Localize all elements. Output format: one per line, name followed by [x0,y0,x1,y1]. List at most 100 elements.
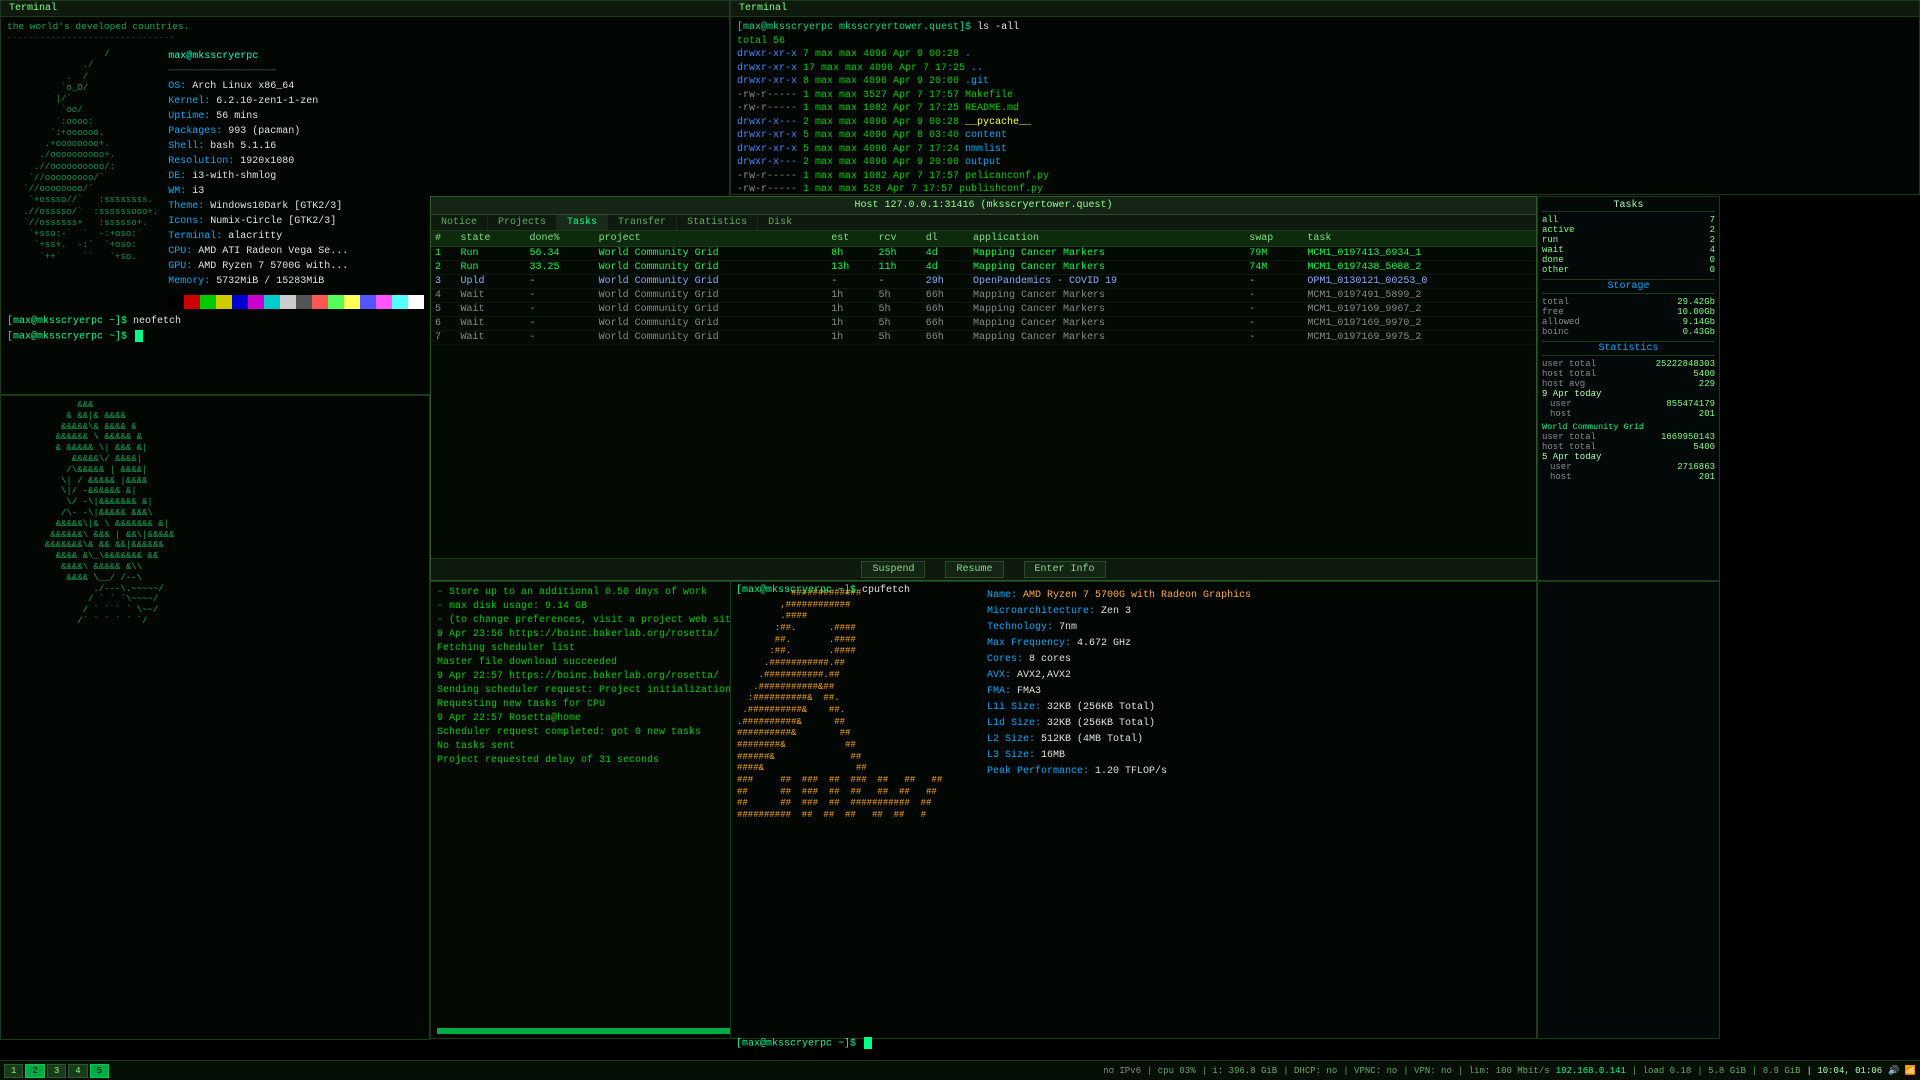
storage-heading: Storage [1542,279,1715,294]
cell-rcv: - [874,275,921,289]
vpn-status: | VPN: no [1403,1066,1452,1076]
tasks-heading: Tasks [1542,200,1715,212]
cell-est: 8h [827,247,874,261]
col-state: state [456,231,525,247]
tab-notice[interactable]: Notice [431,215,488,230]
lim-status: | lim: 100 Mbit/s [1458,1066,1550,1076]
cell-est: 1h [827,317,874,331]
tab-statistics[interactable]: Statistics [677,215,758,230]
cell-est: 1h [827,303,874,317]
cell-state: Wait [456,289,525,303]
top-right-header: Terminal [731,1,1919,17]
cell-project: World Community Grid [595,247,828,261]
cell-app: Mapping Cancer Markers [969,247,1245,261]
cell-done: - [526,275,595,289]
bottom-terminal-prompt: [max@mksscryerpc ~]$ [730,1035,1537,1055]
cell-est: - [827,275,874,289]
enter-info-button[interactable]: Enter Info [1024,561,1106,578]
cell-rcv: 5h [874,289,921,303]
cell-rcv: 5h [874,303,921,317]
cell-est: 1h [827,331,874,345]
ls-output: total 56 drwxr-xr-x 7 max max 4096 Apr 9… [737,35,1913,196]
cell-dl: 66h [922,303,969,317]
cell-app: Mapping Cancer Markers [969,317,1245,331]
disk-status: | 8.9 GiB [1752,1066,1801,1076]
col-app: application [969,231,1245,247]
cell-app: Mapping Cancer Markers [969,261,1245,275]
cell-num: 4 [431,289,456,303]
cell-task: MCM1_0197491_5899_2 [1303,289,1536,303]
cell-task: MCM1_0197438_5088_2 [1303,261,1536,275]
cell-est: 1h [827,289,874,303]
cpu-status: | cpu 03% [1147,1066,1196,1076]
cell-dl: 66h [922,289,969,303]
workspace-5[interactable]: 5 [90,1064,109,1078]
ram-status: | 5.8 GiB [1697,1066,1746,1076]
cpu-ascii-art: `############# ,############ .#### :##. … [737,588,967,1032]
ip-status: 192.168.0.141 [1556,1066,1626,1076]
col-swap: swap [1245,231,1303,247]
cell-state: Wait [456,303,525,317]
cell-swap: - [1245,317,1303,331]
col-project: project [595,231,828,247]
cell-rcv: 5h [874,317,921,331]
cell-swap: - [1245,303,1303,317]
col-dl: dl [922,231,969,247]
vpnc-status: | VPNC: no [1343,1066,1397,1076]
status-bar: no IPv6 | cpu 03% | i: 396.8 GiB | DHCP:… [1103,1066,1916,1076]
color-swatches [168,295,424,309]
cell-project: World Community Grid [595,275,828,289]
col-task: task [1303,231,1536,247]
taskbar: 1 2 3 4 5 no IPv6 | cpu 03% | i: 396.8 G… [0,1060,1920,1080]
cell-swap: 79M [1245,247,1303,261]
resume-button[interactable]: Resume [945,561,1003,578]
cell-rcv: 11h [874,261,921,275]
cell-app: Mapping Cancer Markers [969,303,1245,317]
cell-state: Upld [456,275,525,289]
cell-state: Wait [456,317,525,331]
workspace-1[interactable]: 1 [4,1064,23,1078]
cell-done: - [526,317,595,331]
boinc-table: # state done% project est rcv dl applica… [431,231,1536,345]
cell-task: MCM1_0197169_9975_2 [1303,331,1536,345]
tab-transfer[interactable]: Transfer [608,215,677,230]
cell-dl: 4d [922,261,969,275]
workspace-2[interactable]: 2 [25,1064,44,1078]
cell-state: Run [456,261,525,275]
cell-app: Mapping Cancer Markers [969,331,1245,345]
tab-disk[interactable]: Disk [758,215,802,230]
cell-project: World Community Grid [595,317,828,331]
col-est: est [827,231,874,247]
stats-heading: Statistics [1542,341,1715,356]
dhcp-status: | DHCP: no [1283,1066,1337,1076]
cell-app: OpenPandemics - COVID 19 [969,275,1245,289]
workspaces[interactable]: 1 2 3 4 5 [4,1064,109,1078]
tab-projects[interactable]: Projects [488,215,557,230]
ls-prompt: [max@mksscryerpc mksscryertower.quest]$ … [737,21,1913,35]
cell-project: World Community Grid [595,289,828,303]
systray: 🔊 📶 [1888,1066,1916,1076]
workspace-3[interactable]: 3 [47,1064,66,1078]
cell-task: OPM1_0130121_00253_0 [1303,275,1536,289]
time-status: | 10:04, 01:06 [1807,1066,1883,1076]
tab-tasks[interactable]: Tasks [557,215,608,230]
workspace-4[interactable]: 4 [68,1064,87,1078]
cell-done: 33.25 [526,261,595,275]
cell-dl: 4d [922,247,969,261]
mem-status: | i: 396.8 GiB [1202,1066,1278,1076]
load-status: | load 0.18 [1632,1066,1691,1076]
cpu-info: Name: AMD Ryzen 7 5700G with Radeon Grap… [987,588,1251,1032]
cell-num: 5 [431,303,456,317]
top-left-header: Terminal [1,1,729,17]
top-right-terminal: Terminal [max@mksscryerpc mksscryertower… [730,0,1920,195]
boinc-tabs[interactable]: Notice Projects Tasks Transfer Statistic… [431,215,1536,231]
cell-num: 3 [431,275,456,289]
cell-task: MCM1_0197169_9970_2 [1303,317,1536,331]
neofetch-ascii: / ./ . / `o_O/ |/` `oo/ `:oooo: `:+ooooo… [7,49,158,309]
cell-done: 56.34 [526,247,595,261]
boinc-buttons[interactable]: Suspend Resume Enter Info [431,558,1536,580]
cell-done: - [526,303,595,317]
cell-state: Run [456,247,525,261]
suspend-button[interactable]: Suspend [861,561,925,578]
cell-rcv: 5h [874,331,921,345]
